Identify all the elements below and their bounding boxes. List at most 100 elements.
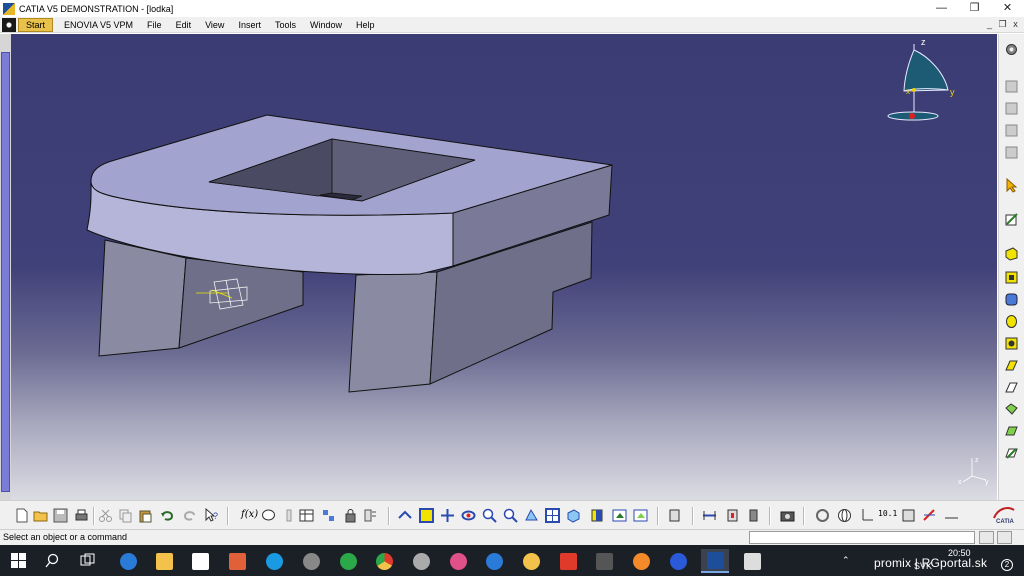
select-arrow-icon[interactable] xyxy=(1004,178,1019,193)
taskbar-itunes[interactable] xyxy=(444,549,472,573)
status-button-1[interactable] xyxy=(979,531,994,544)
restore-button[interactable]: ❐ xyxy=(958,0,991,17)
fly-mode-icon[interactable] xyxy=(398,508,413,523)
copy-icon[interactable] xyxy=(118,508,133,523)
shaft-icon[interactable] xyxy=(1004,292,1019,307)
groove-icon[interactable] xyxy=(1004,314,1019,329)
menu-view[interactable]: View xyxy=(198,17,231,33)
measure-icon[interactable] xyxy=(1004,145,1019,160)
catalog-icon[interactable] xyxy=(321,508,336,523)
taskbar-app-11[interactable] xyxy=(480,549,508,573)
taskbar-app-13[interactable] xyxy=(554,549,582,573)
menu-file[interactable]: File xyxy=(140,17,169,33)
pocket-icon[interactable] xyxy=(1004,270,1019,285)
ruler-icon[interactable] xyxy=(282,508,297,523)
taskbar-chrome[interactable] xyxy=(370,549,398,573)
measure-item-icon[interactable] xyxy=(725,508,740,523)
taskbar-media[interactable] xyxy=(223,549,251,573)
taskbar-catia[interactable] xyxy=(701,549,729,573)
taskbar-edge[interactable] xyxy=(114,549,142,573)
fit-all-icon[interactable] xyxy=(419,508,434,523)
scrollbar-thumb[interactable] xyxy=(1,52,10,492)
grid-icon[interactable] xyxy=(901,508,916,523)
spec-tree-icon[interactable] xyxy=(363,508,378,523)
rotate-icon[interactable] xyxy=(461,508,476,523)
print-icon[interactable] xyxy=(74,508,89,523)
task-view-icon[interactable] xyxy=(80,553,95,568)
windows-start-icon[interactable] xyxy=(11,553,26,568)
sketcher-icon[interactable] xyxy=(1004,212,1019,227)
sketch-plane-icon[interactable] xyxy=(1004,79,1019,94)
taskbar-app-15[interactable] xyxy=(627,549,655,573)
hide-show-icon[interactable] xyxy=(612,508,627,523)
fillet-icon[interactable] xyxy=(1004,402,1019,417)
taskbar-app-12[interactable] xyxy=(517,549,545,573)
part-scene[interactable]: z y x z y x xyxy=(0,34,997,500)
capture-icon[interactable] xyxy=(780,508,795,523)
paste-icon[interactable] xyxy=(138,508,153,523)
lock-icon[interactable] xyxy=(343,508,358,523)
menu-help[interactable]: Help xyxy=(349,17,382,33)
taskbar-app-14[interactable] xyxy=(590,549,618,573)
dimension-icon[interactable] xyxy=(944,508,959,523)
left-leg-side[interactable] xyxy=(178,257,304,349)
units-icon[interactable]: 10.1 xyxy=(878,509,897,518)
catia-menu-icon[interactable] xyxy=(2,17,16,32)
taskbar-app-16[interactable] xyxy=(664,549,692,573)
redo-icon[interactable] xyxy=(182,508,197,523)
shading-icon[interactable] xyxy=(590,508,605,523)
chamfer-icon[interactable] xyxy=(1004,424,1019,439)
search-icon[interactable] xyxy=(45,553,60,568)
doc-restore-button[interactable]: ❐ xyxy=(996,18,1009,31)
formula-icon[interactable]: f(x) xyxy=(241,509,258,520)
vertical-scrollbar[interactable] xyxy=(0,34,11,500)
table-icon[interactable] xyxy=(299,508,314,523)
rib-icon[interactable] xyxy=(1004,358,1019,373)
measure-inertia-icon[interactable] xyxy=(746,508,761,523)
command-input[interactable] xyxy=(749,531,975,544)
right-leg-front[interactable] xyxy=(348,271,438,393)
hole-icon[interactable] xyxy=(1004,336,1019,351)
recycle-icon[interactable] xyxy=(815,508,830,523)
gear-icon[interactable] xyxy=(1004,42,1019,57)
doc-close-button[interactable]: x xyxy=(1009,18,1022,31)
constraint-icon[interactable] xyxy=(1004,123,1019,138)
update-icon[interactable] xyxy=(1004,101,1019,116)
axis-tool-icon[interactable] xyxy=(859,508,874,523)
save-icon[interactable] xyxy=(53,508,68,523)
taskbar-explorer[interactable] xyxy=(150,549,178,573)
menu-start[interactable]: Start xyxy=(18,17,54,32)
slot-icon[interactable] xyxy=(1004,380,1019,395)
tray-chevron-icon[interactable]: ⌃ xyxy=(842,555,850,566)
swap-visible-icon[interactable] xyxy=(633,508,648,523)
taskbar-app-7[interactable] xyxy=(334,549,362,573)
3d-viewport[interactable]: z y x z y x xyxy=(0,34,997,500)
taskbar-app-6[interactable] xyxy=(297,549,325,573)
taskbar-calculator[interactable] xyxy=(738,549,766,573)
update-all-icon[interactable] xyxy=(667,508,682,523)
status-button-2[interactable] xyxy=(997,531,1012,544)
whats-this-icon[interactable]: ? xyxy=(204,508,219,523)
undo-icon[interactable] xyxy=(160,508,175,523)
knowledge-icon[interactable] xyxy=(261,508,276,523)
menu-insert[interactable]: Insert xyxy=(231,17,268,33)
multi-view-icon[interactable] xyxy=(545,508,560,523)
draft-icon[interactable] xyxy=(1004,446,1019,461)
taskbar-app-9[interactable] xyxy=(407,549,435,573)
open-folder-icon[interactable] xyxy=(33,508,48,523)
measure-between-icon[interactable] xyxy=(702,508,717,523)
left-leg-front[interactable] xyxy=(98,239,187,357)
sphere-icon[interactable] xyxy=(837,508,852,523)
notification-badge[interactable]: 2 xyxy=(1001,559,1013,571)
zoom-in-icon[interactable] xyxy=(482,508,497,523)
cut-icon[interactable] xyxy=(98,508,113,523)
pad-icon[interactable] xyxy=(1004,246,1019,261)
pan-icon[interactable] xyxy=(440,508,455,523)
menu-enovia[interactable]: ENOVIA V5 VPM xyxy=(57,17,140,33)
minimize-button[interactable]: — xyxy=(925,0,958,17)
close-button[interactable]: ✕ xyxy=(991,0,1024,17)
doc-minimize-button[interactable]: _ xyxy=(983,18,996,31)
new-file-icon[interactable] xyxy=(14,508,29,523)
menu-tools[interactable]: Tools xyxy=(268,17,303,33)
snap-icon[interactable] xyxy=(922,508,937,523)
